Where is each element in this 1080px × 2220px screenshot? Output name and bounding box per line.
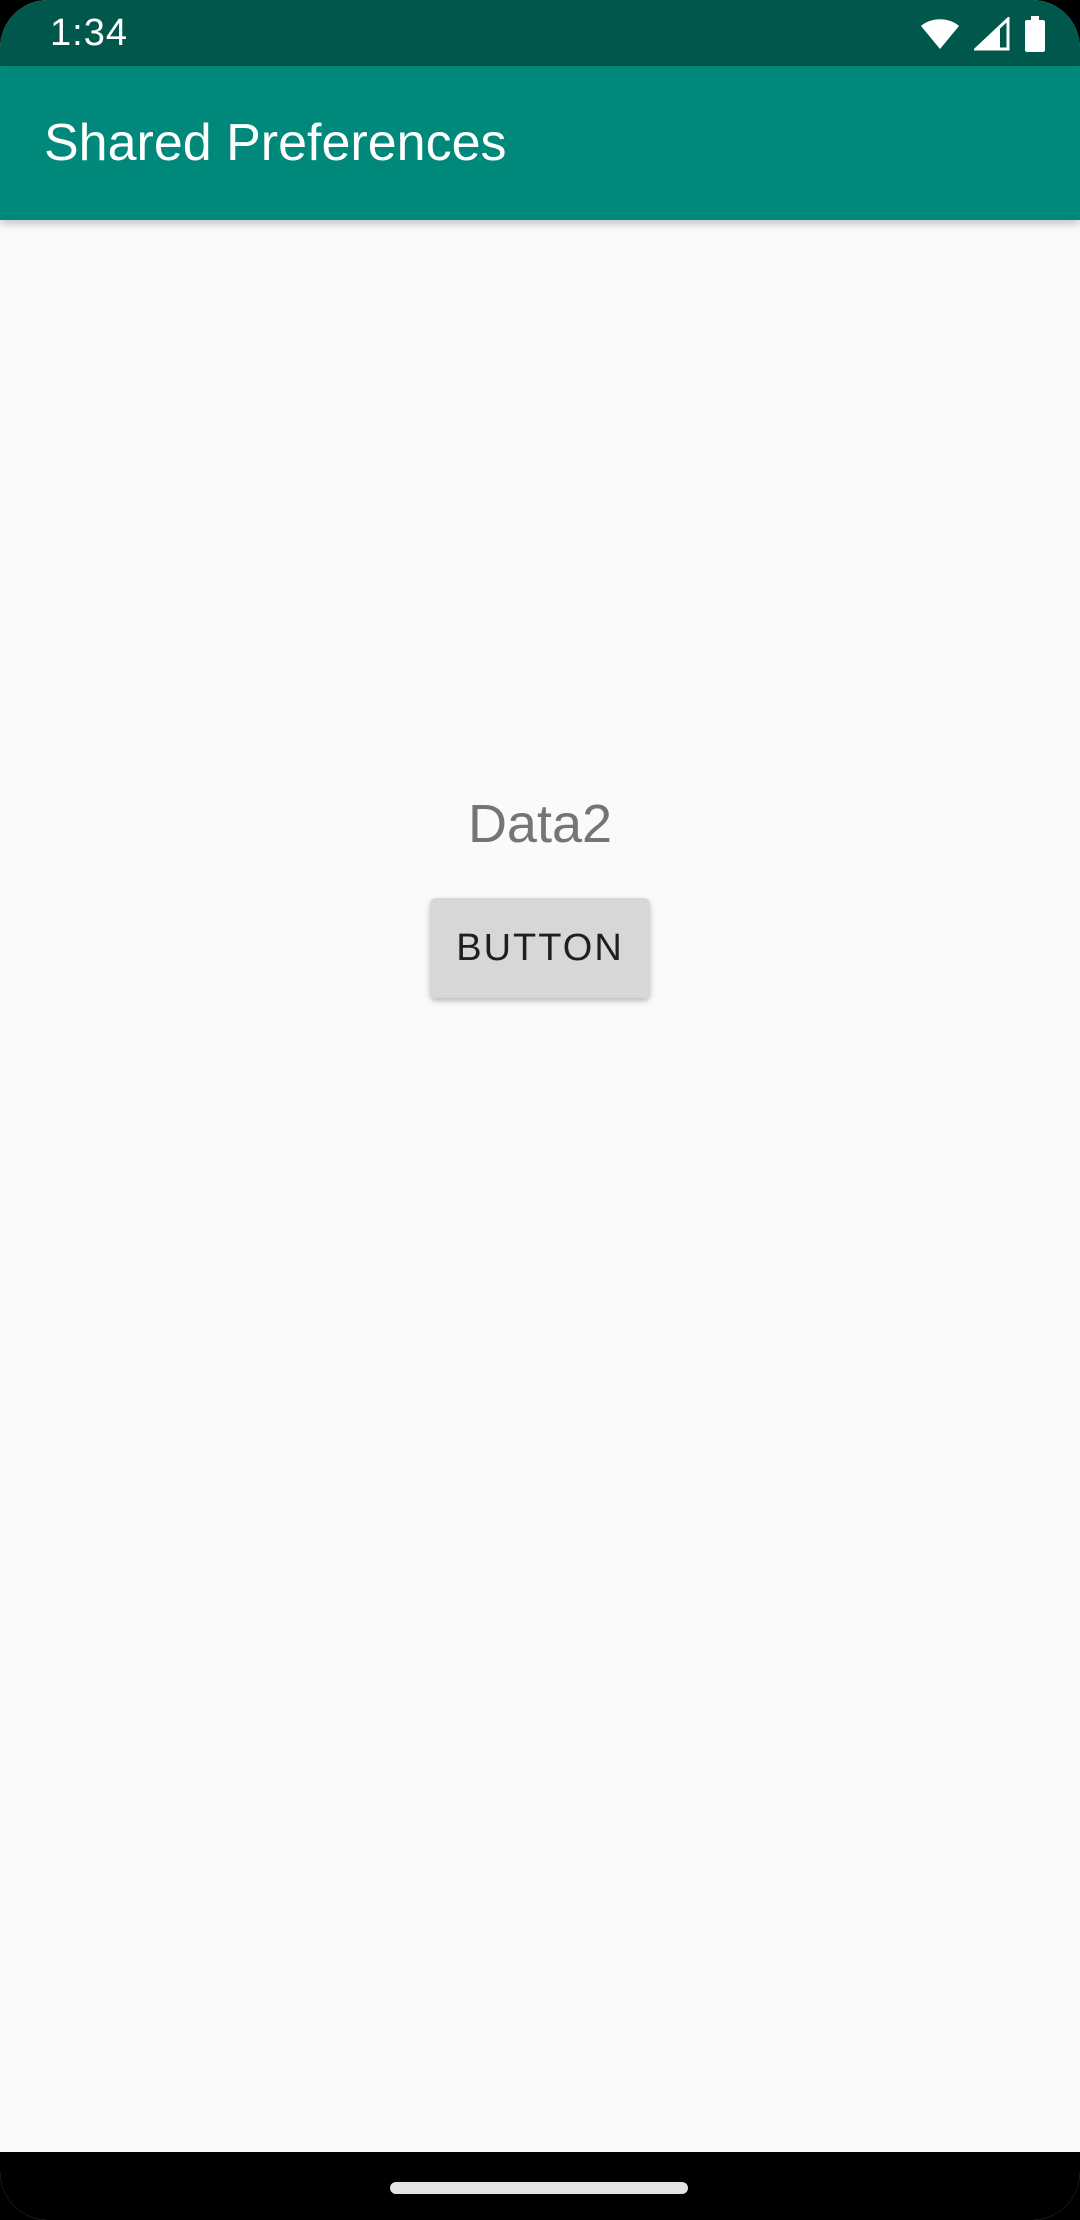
data-text: Data2 [467,794,613,854]
status-time: 1:34 [50,12,128,54]
main-content: Data2 BUTTON [0,220,1080,2152]
wifi-icon [920,18,960,50]
battery-icon [1024,16,1046,52]
navigation-bar [0,2152,1080,2220]
status-icons [920,14,1046,54]
cellular-signal-icon [974,17,1010,51]
app-bar: Shared Preferences [0,66,1080,220]
app-title: Shared Preferences [44,114,507,172]
status-bar: 1:34 [0,0,1080,66]
main-button[interactable]: BUTTON [430,898,650,998]
home-handle[interactable] [390,2182,688,2194]
app-screen: 1:34 Shared Preferences Data2 BUTTON [0,0,1080,2220]
